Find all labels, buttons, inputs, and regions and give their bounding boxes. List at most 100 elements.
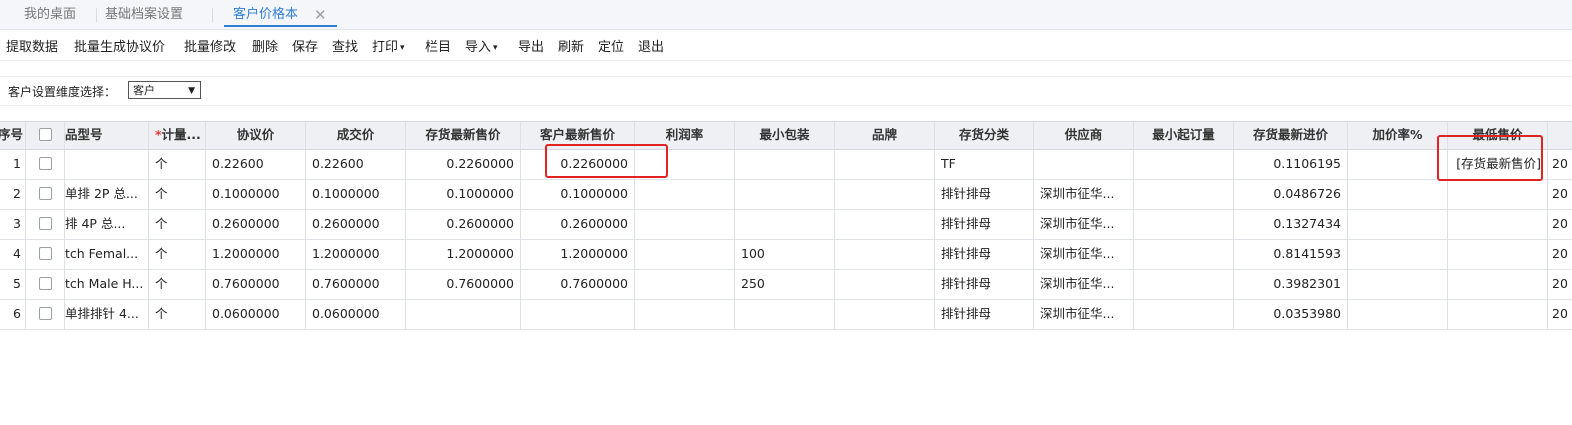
cell-min-sale-price[interactable]: [存货最新售价] <box>1448 149 1548 179</box>
cell-customer-latest-price[interactable]: 1.2000000 <box>521 239 635 269</box>
row-checkbox[interactable] <box>38 277 52 290</box>
select-all-checkbox[interactable] <box>38 128 52 141</box>
cell-stock-latest-price[interactable]: 0.2260000 <box>406 149 521 179</box>
cell-index[interactable]: 2 <box>0 179 26 209</box>
dimension-select[interactable]: 客户 ▼ <box>128 81 201 99</box>
cell-next[interactable]: 20 <box>1548 239 1572 269</box>
cell-model[interactable]: 单排 2P 总... <box>65 179 149 209</box>
cell-unit[interactable]: 个 <box>149 299 206 329</box>
cell-min-package[interactable] <box>735 209 835 239</box>
cell-brand[interactable] <box>835 209 935 239</box>
columns-button[interactable]: 栏目 <box>425 36 451 55</box>
refresh-button[interactable]: 刷新 <box>558 36 584 55</box>
cell-index[interactable]: 3 <box>0 209 26 239</box>
export-button[interactable]: 导出 <box>518 36 544 55</box>
cell-brand[interactable] <box>835 239 935 269</box>
table-row[interactable]: 5 tch Male H... 个 0.7600000 0.7600000 0.76000… <box>0 269 1572 300</box>
cell-markup-rate[interactable] <box>1348 269 1448 299</box>
save-button[interactable]: 保存 <box>292 36 318 55</box>
cell-stock-latest-purchase-price[interactable]: 0.1327434 <box>1234 209 1348 239</box>
cell-min-sale-price[interactable] <box>1448 179 1548 209</box>
cell-index[interactable]: 5 <box>0 269 26 299</box>
cell-min-order-qty[interactable] <box>1134 239 1234 269</box>
print-dropdown[interactable]: 打印 ▾ <box>372 36 405 55</box>
delete-button[interactable]: 删除 <box>252 36 278 55</box>
cell-agreement-price[interactable]: 0.7600000 <box>206 269 306 299</box>
cell-stock-category[interactable]: TF <box>935 149 1034 179</box>
cell-brand[interactable] <box>835 299 935 329</box>
extract-data-button[interactable]: 提取数据 <box>6 36 58 55</box>
cell-supplier[interactable]: 深圳市征华... <box>1034 209 1134 239</box>
cell-customer-latest-price[interactable]: 0.2260000 <box>521 149 635 179</box>
cell-supplier[interactable] <box>1034 149 1134 179</box>
cell-agreement-price[interactable]: 1.2000000 <box>206 239 306 269</box>
cell-markup-rate[interactable] <box>1348 239 1448 269</box>
cell-agreement-price[interactable]: 0.1000000 <box>206 179 306 209</box>
cell-unit[interactable]: 个 <box>149 209 206 239</box>
cell-stock-category[interactable]: 排针排母 <box>935 269 1034 299</box>
find-button[interactable]: 查找 <box>332 36 358 55</box>
cell-next[interactable]: 20 <box>1548 269 1572 299</box>
cell-unit[interactable]: 个 <box>149 239 206 269</box>
cell-model[interactable]: 单排排针 4... <box>65 299 149 329</box>
cell-stock-latest-purchase-price[interactable]: 0.8141593 <box>1234 239 1348 269</box>
row-checkbox[interactable] <box>38 187 52 200</box>
cell-min-package[interactable] <box>735 179 835 209</box>
cell-min-order-qty[interactable] <box>1134 299 1234 329</box>
cell-deal-price[interactable]: 0.0600000 <box>306 299 406 329</box>
cell-min-order-qty[interactable] <box>1134 179 1234 209</box>
cell-model[interactable]: tch Femal... <box>65 239 149 269</box>
cell-model[interactable]: tch Male H... <box>65 269 149 299</box>
cell-deal-price[interactable]: 0.2600000 <box>306 209 406 239</box>
cell-brand[interactable] <box>835 149 935 179</box>
cell-min-sale-price[interactable] <box>1448 239 1548 269</box>
cell-stock-latest-price[interactable]: 0.1000000 <box>406 179 521 209</box>
table-row[interactable]: 3排 4P 总... 个 0.2600000 0.2600000 0.2600000 0.… <box>0 209 1572 240</box>
cell-deal-price[interactable]: 0.1000000 <box>306 179 406 209</box>
cell-profit-margin[interactable] <box>635 179 735 209</box>
row-checkbox[interactable] <box>38 157 52 170</box>
cell-deal-price[interactable]: 1.2000000 <box>306 239 406 269</box>
cell-next[interactable]: 20 <box>1548 179 1572 209</box>
batch-generate-agreement-price-button[interactable]: 批量生成协议价 <box>74 36 165 55</box>
cell-profit-margin[interactable] <box>635 299 735 329</box>
cell-next[interactable]: 20 <box>1548 299 1572 329</box>
cell-stock-latest-price[interactable]: 1.2000000 <box>406 239 521 269</box>
cell-stock-latest-purchase-price[interactable]: 0.0353980 <box>1234 299 1348 329</box>
locate-button[interactable]: 定位 <box>598 36 624 55</box>
cell-min-order-qty[interactable] <box>1134 149 1234 179</box>
cell-markup-rate[interactable] <box>1348 209 1448 239</box>
cell-index[interactable]: 1 <box>0 149 26 179</box>
cell-supplier[interactable]: 深圳市征华... <box>1034 299 1134 329</box>
cell-customer-latest-price[interactable]: 0.2600000 <box>521 209 635 239</box>
cell-unit[interactable]: 个 <box>149 179 206 209</box>
cell-min-package[interactable]: 250 <box>735 269 835 299</box>
cell-min-sale-price[interactable] <box>1448 299 1548 329</box>
cell-supplier[interactable]: 深圳市征华... <box>1034 239 1134 269</box>
table-row[interactable]: 4 tch Femal... 个 1.2000000 1.2000000 1.200000… <box>0 239 1572 270</box>
row-checkbox[interactable] <box>38 247 52 260</box>
cell-unit[interactable]: 个 <box>149 269 206 299</box>
cell-markup-rate[interactable] <box>1348 179 1448 209</box>
cell-agreement-price[interactable]: 0.22600 <box>206 149 306 179</box>
batch-modify-button[interactable]: 批量修改 <box>184 36 236 55</box>
tab-basic-archive-settings[interactable]: 基础档案设置 <box>105 0 183 28</box>
cell-min-sale-price[interactable] <box>1448 209 1548 239</box>
cell-brand[interactable] <box>835 179 935 209</box>
cell-profit-margin[interactable] <box>635 239 735 269</box>
table-row[interactable]: 6 单排排针 4... 个 0.0600000 0.0600000 排针排母 深圳市征华..… <box>0 299 1572 330</box>
cell-stock-latest-price[interactable]: 0.2600000 <box>406 209 521 239</box>
cell-stock-category[interactable]: 排针排母 <box>935 239 1034 269</box>
close-icon[interactable]: ✕ <box>314 0 327 30</box>
cell-min-package[interactable]: 100 <box>735 239 835 269</box>
cell-customer-latest-price[interactable] <box>521 299 635 329</box>
cell-profit-margin[interactable] <box>635 149 735 179</box>
cell-model[interactable]: 排 4P 总... <box>65 209 149 239</box>
cell-agreement-price[interactable]: 0.0600000 <box>206 299 306 329</box>
cell-stock-latest-purchase-price[interactable]: 0.1106195 <box>1234 149 1348 179</box>
cell-stock-category[interactable]: 排针排母 <box>935 299 1034 329</box>
table-row[interactable]: 1 个 0.22600 0.22600 0.2260000 0.2260000 TF 0.11… <box>0 149 1572 180</box>
cell-agreement-price[interactable]: 0.2600000 <box>206 209 306 239</box>
cell-model[interactable] <box>65 149 149 179</box>
cell-customer-latest-price[interactable]: 0.7600000 <box>521 269 635 299</box>
